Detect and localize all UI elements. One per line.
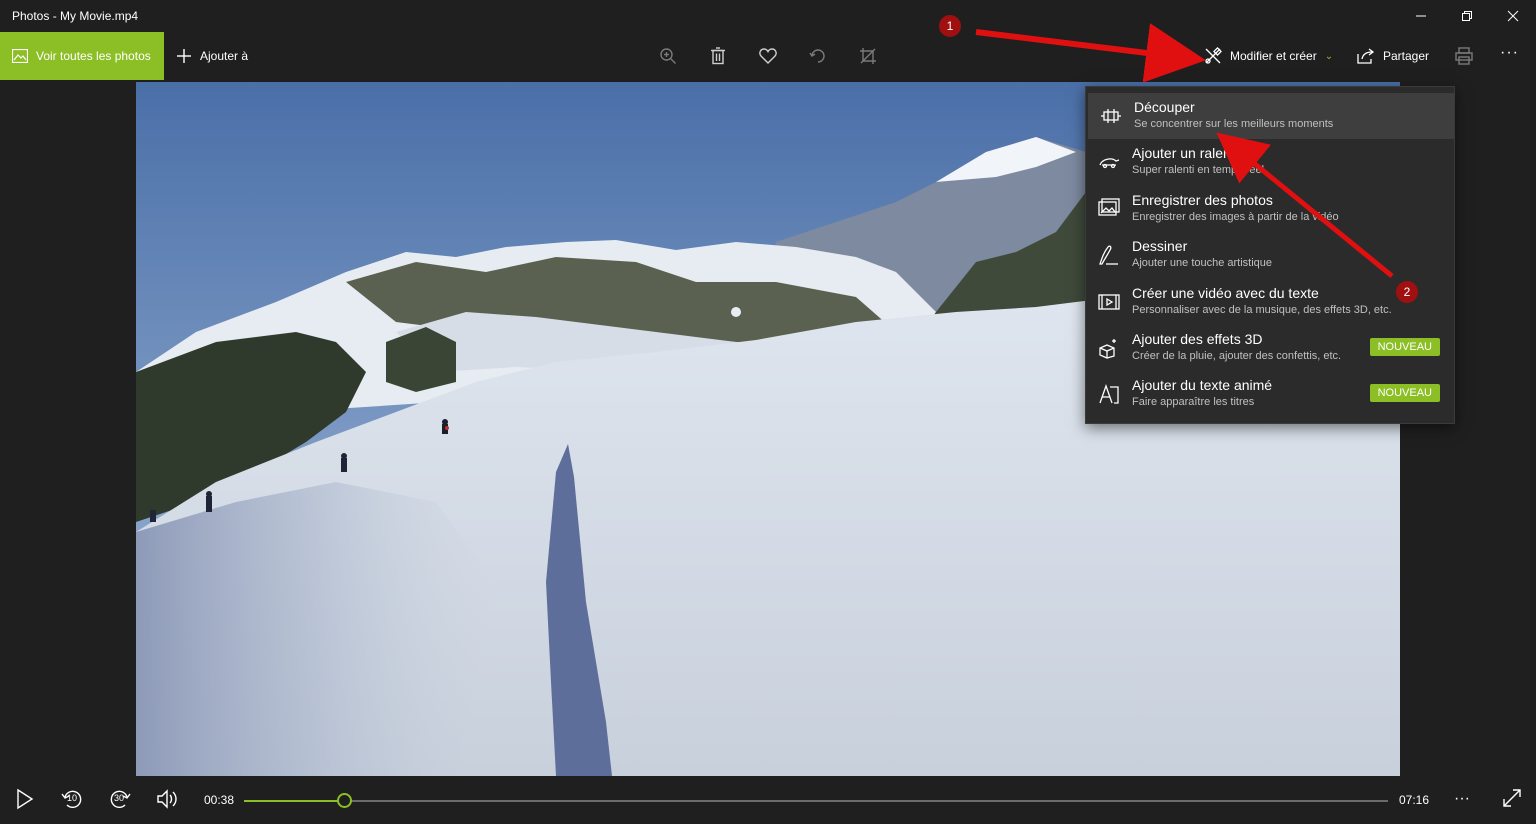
video-text-icon (1098, 291, 1120, 313)
edit-create-menu: Découper Se concentrer sur les meilleurs… (1085, 86, 1455, 424)
edit-create-label: Modifier et créer (1230, 49, 1317, 63)
save-photos-icon (1098, 198, 1120, 220)
volume-icon (157, 789, 177, 809)
animated-text-icon (1098, 383, 1120, 405)
window-controls (1398, 0, 1536, 32)
zoom-icon (660, 48, 676, 64)
menu-item-animated-text[interactable]: Ajouter du texte animé Faire apparaître … (1086, 371, 1454, 417)
favorite-button[interactable] (756, 44, 780, 68)
center-tools (656, 32, 880, 80)
menu-item-subtitle: Personnaliser avec de la musique, des ef… (1132, 304, 1392, 316)
see-all-photos-label: Voir toutes les photos (36, 49, 151, 63)
menu-item-subtitle: Faire apparaître les titres (1132, 396, 1255, 408)
restore-button[interactable] (1444, 0, 1490, 32)
more-options-button[interactable]: ··· (1500, 44, 1519, 62)
menu-item-3d-effects[interactable]: Ajouter des effets 3D Créer de la pluie,… (1086, 325, 1454, 371)
printer-icon (1455, 47, 1473, 65)
more-icon: ··· (1454, 790, 1470, 807)
rotate-button[interactable] (806, 44, 830, 68)
menu-item-title: Ajouter un ralenti (1132, 145, 1238, 161)
rotate-icon (809, 49, 825, 63)
menu-item-subtitle: Se concentrer sur les meilleurs moments (1134, 118, 1334, 130)
zoom-button[interactable] (656, 44, 680, 68)
close-button[interactable] (1490, 0, 1536, 32)
annotation-badge-1: 1 (939, 15, 961, 37)
menu-item-subtitle: Ajouter une touche artistique (1132, 257, 1273, 269)
menu-item-save-photos[interactable]: Enregistrer des photos Enregistrer des i… (1086, 186, 1454, 232)
toolbar: Voir toutes les photos Ajouter à Modifie… (0, 32, 1536, 80)
annotation-badge-2: 2 (1396, 281, 1418, 303)
minimize-icon (1416, 15, 1426, 17)
play-icon (17, 788, 34, 810)
playback-bar: 10 30 00:38 07:16 ··· (0, 776, 1536, 824)
see-all-photos-button[interactable]: Voir toutes les photos (0, 32, 164, 80)
menu-item-title: Ajouter des effets 3D (1132, 331, 1263, 347)
draw-icon (1098, 244, 1120, 266)
photos-icon (12, 49, 28, 63)
menu-item-subtitle: Enregistrer des images à partir de la vi… (1132, 211, 1339, 223)
more-icon: ··· (1500, 44, 1519, 61)
menu-item-subtitle: Super ralenti en temps réel (1132, 164, 1265, 176)
minimize-button[interactable] (1398, 0, 1444, 32)
effects-3d-icon (1098, 337, 1120, 359)
seek-bar-thumb[interactable] (336, 793, 352, 808)
slow-motion-icon (1098, 151, 1120, 173)
volume-button[interactable] (156, 788, 180, 815)
title-bar: Photos - My Movie.mp4 (0, 0, 1536, 32)
share-button[interactable]: Partager (1357, 32, 1429, 80)
chevron-down-icon: ⌄ (1324, 50, 1334, 62)
seek-bar-progress (244, 800, 344, 802)
print-button[interactable] (1452, 44, 1476, 68)
menu-item-subtitle: Créer de la pluie, ajouter des confettis… (1132, 350, 1342, 362)
player-more-button[interactable]: ··· (1454, 790, 1470, 808)
restore-icon (1462, 11, 1472, 21)
trim-icon (1100, 105, 1122, 127)
share-icon (1357, 48, 1375, 64)
rewind-button[interactable]: 10 (61, 788, 83, 815)
forward-button[interactable]: 30 (109, 788, 131, 815)
share-label: Partager (1383, 49, 1430, 63)
plus-icon (177, 49, 191, 63)
crop-button[interactable] (856, 44, 880, 68)
menu-item-title: Créer une vidéo avec du texte (1132, 285, 1319, 301)
add-to-label: Ajouter à (200, 49, 249, 63)
play-button[interactable] (16, 788, 34, 815)
delete-button[interactable] (706, 44, 730, 68)
current-time: 00:38 (204, 793, 235, 807)
window-title: Photos - My Movie.mp4 (12, 9, 139, 23)
seek-bar[interactable] (244, 793, 1388, 808)
menu-item-slow-motion[interactable]: Ajouter un ralenti Super ralenti en temp… (1086, 139, 1454, 185)
trash-icon (711, 47, 725, 65)
rewind-label: 10 (67, 793, 78, 803)
add-to-button[interactable]: Ajouter à (176, 32, 248, 80)
menu-item-title: Ajouter du texte animé (1132, 377, 1273, 393)
close-icon (1507, 10, 1519, 22)
menu-item-title: Enregistrer des photos (1132, 192, 1273, 208)
fullscreen-icon (1503, 789, 1521, 807)
menu-item-title: Dessiner (1132, 238, 1188, 254)
edit-create-icon (1205, 47, 1222, 64)
menu-item-title: Découper (1134, 99, 1195, 115)
menu-item-trim[interactable]: Découper Se concentrer sur les meilleurs… (1088, 93, 1454, 139)
forward-label: 30 (114, 793, 125, 803)
new-badge: NOUVEAU (1369, 384, 1440, 402)
crop-icon (860, 48, 876, 64)
total-time: 07:16 (1399, 793, 1430, 807)
fullscreen-button[interactable] (1502, 788, 1522, 813)
new-badge: NOUVEAU (1369, 338, 1440, 356)
edit-create-button[interactable]: Modifier et créer ⌄ (1204, 32, 1333, 80)
heart-icon (759, 48, 777, 64)
menu-item-draw[interactable]: Dessiner Ajouter une touche artistique (1086, 232, 1454, 278)
